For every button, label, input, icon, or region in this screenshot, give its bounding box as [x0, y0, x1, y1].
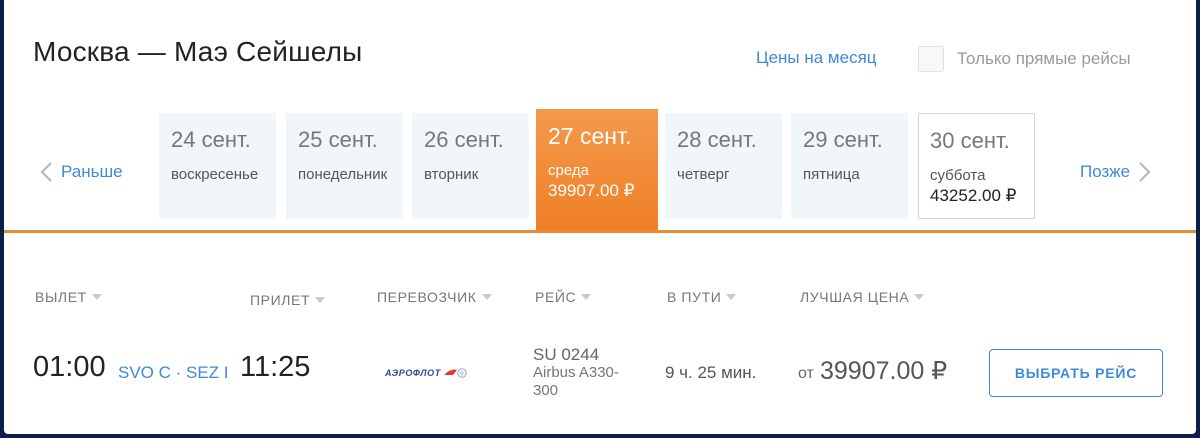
- chevron-right-icon: [1139, 162, 1151, 182]
- date-tab-26[interactable]: 26 сент. вторник: [412, 113, 529, 219]
- column-header-label: ВЫЛЕТ: [35, 289, 87, 305]
- date-selector-divider: [4, 230, 1196, 233]
- date-tab-date: 27 сент.: [548, 123, 632, 149]
- direct-only-label[interactable]: Только прямые рейсы: [957, 49, 1131, 69]
- sort-caret-icon: [315, 297, 326, 303]
- month-prices-link[interactable]: Цены на месяц: [756, 48, 877, 68]
- earlier-dates-button[interactable]: Раньше: [37, 158, 123, 186]
- flight-number: SU 0244: [533, 345, 600, 364]
- aeroflot-wing-icon: [443, 368, 467, 378]
- date-tab-weekday: вторник: [424, 166, 479, 183]
- sort-caret-icon: [91, 294, 102, 300]
- date-tab-30[interactable]: 30 сент. суббота 43252.00 ₽: [918, 113, 1035, 219]
- date-tab-date: 30 сент.: [930, 128, 1010, 153]
- sort-arrival-header[interactable]: ПРИЛЕТ: [250, 292, 326, 308]
- aeroflot-logo: АЭРОФЛОТ: [385, 365, 467, 381]
- column-header-label: ПРИЛЕТ: [250, 292, 311, 308]
- best-price: 39907.00 ₽: [820, 357, 948, 385]
- date-tab-date: 26 сент.: [424, 127, 504, 152]
- later-label: Позже: [1080, 162, 1131, 181]
- sort-caret-icon: [726, 294, 737, 300]
- date-tab-weekday: воскресенье: [171, 166, 259, 183]
- sort-price-header[interactable]: ЛУЧШАЯ ЦЕНА: [800, 289, 925, 305]
- departure-time: 01:00: [33, 351, 106, 383]
- page-title: Москва — Маэ Сейшелы: [33, 36, 363, 67]
- earlier-label: Раньше: [61, 162, 123, 181]
- select-flight-button[interactable]: ВЫБРАТЬ РЕЙС: [989, 349, 1163, 397]
- column-header-label: РЕЙС: [535, 289, 577, 305]
- date-tab-27-selected[interactable]: 27 сент. среда 39907.00 ₽: [536, 109, 658, 232]
- arrival-time: 11:25: [240, 351, 311, 383]
- sort-duration-header[interactable]: В ПУТИ: [667, 289, 737, 305]
- airports-link[interactable]: SVO C · SEZ I: [118, 363, 229, 383]
- sort-caret-icon: [914, 294, 925, 300]
- date-tab-price: 43252.00 ₽: [930, 186, 1017, 205]
- search-results-panel: Москва — Маэ Сейшелы Цены на месяц Тольк…: [4, 0, 1196, 434]
- date-tab-weekday: понедельник: [298, 166, 388, 183]
- column-header-label: ПЕРЕВОЗЧИК: [377, 289, 477, 305]
- date-tab-weekday: пятница: [803, 166, 860, 183]
- sort-departure-header[interactable]: ВЫЛЕТ: [35, 289, 102, 305]
- airline-logo-text: АЭРОФЛОТ: [385, 368, 441, 378]
- column-header-label: В ПУТИ: [667, 289, 722, 305]
- date-tab-date: 28 сент.: [677, 127, 757, 152]
- price-prefix: от: [798, 365, 814, 382]
- date-tab-28[interactable]: 28 сент. четверг: [665, 113, 782, 219]
- date-tab-date: 24 сент.: [171, 127, 251, 152]
- sort-flight-header[interactable]: РЕЙС: [535, 289, 592, 305]
- date-tab-24[interactable]: 24 сент. воскресенье: [159, 113, 276, 219]
- flight-duration: 9 ч. 25 мин.: [665, 363, 757, 382]
- later-dates-button[interactable]: Позже: [1080, 158, 1154, 186]
- date-tab-date: 29 сент.: [803, 127, 883, 152]
- date-tab-weekday: четверг: [677, 166, 730, 183]
- direct-only-checkbox[interactable]: [918, 46, 944, 72]
- date-tab-25[interactable]: 25 сент. понедельник: [286, 113, 403, 219]
- column-header-label: ЛУЧШАЯ ЦЕНА: [800, 289, 910, 305]
- date-tab-price: 39907.00 ₽: [548, 181, 635, 200]
- aircraft-type: Airbus A330-300: [533, 364, 619, 399]
- sort-carrier-header[interactable]: ПЕРЕВОЗЧИК: [377, 289, 492, 305]
- date-tab-date: 25 сент.: [298, 127, 378, 152]
- date-tab-weekday: среда: [548, 162, 589, 179]
- sort-caret-icon: [581, 294, 592, 300]
- date-tab-29[interactable]: 29 сент. пятница: [791, 113, 908, 219]
- date-tab-weekday: суббота: [930, 167, 986, 184]
- chevron-left-icon: [40, 162, 52, 182]
- sort-caret-icon: [481, 294, 492, 300]
